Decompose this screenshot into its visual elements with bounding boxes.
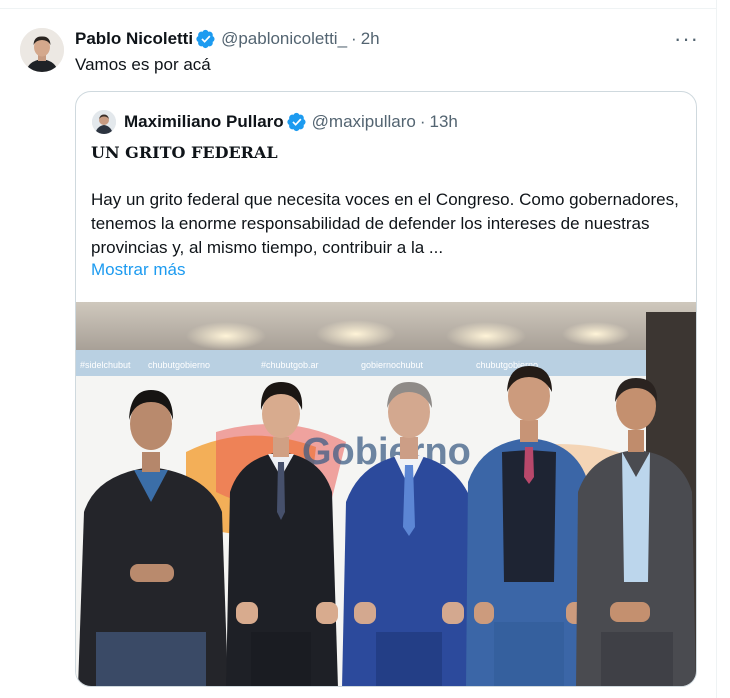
quoted-headline: UN GRITO FEDERAL: [91, 143, 278, 162]
tweet-text: Vamos es por acá: [75, 55, 211, 74]
quoted-tweet-header: Maximiliano Pullaro @maxipullaro · 13h: [92, 110, 458, 134]
quoted-author-avatar[interactable]: [92, 110, 116, 134]
tweet-header: Pablo Nicoletti @pablonicoletti_ · 2h: [75, 28, 380, 50]
banner-tag-3: gobiernochubut: [361, 360, 424, 370]
quoted-author-handle[interactable]: @maxipullaro: [312, 112, 416, 132]
quoted-body-text: Hay un grito federal que necesita voces …: [91, 190, 679, 257]
more-options-icon[interactable]: ···: [674, 26, 699, 52]
author-handle[interactable]: @pablonicoletti_: [221, 29, 347, 49]
quoted-author-name[interactable]: Maximiliano Pullaro: [124, 112, 284, 132]
banner-tag-1: chubutgobierno: [148, 360, 210, 370]
right-divider: [716, 0, 717, 698]
author-avatar[interactable]: [20, 28, 64, 72]
tweet-time[interactable]: 2h: [361, 29, 380, 49]
group-photo[interactable]: #sidelchubut chubutgobierno #chubutgob.a…: [76, 302, 697, 687]
show-more-link[interactable]: Mostrar más: [91, 260, 185, 280]
quoted-header-separator: ·: [419, 112, 426, 131]
header-separator: ·: [351, 29, 357, 48]
banner-tag-2: #chubutgob.ar: [261, 360, 319, 370]
quoted-tweet-card[interactable]: Maximiliano Pullaro @maxipullaro · 13h U…: [75, 91, 697, 687]
quoted-verified-badge-icon[interactable]: [287, 112, 307, 132]
banner-tag-0: #sidelchubut: [80, 360, 131, 370]
author-name[interactable]: Pablo Nicoletti: [75, 29, 193, 49]
top-divider: [0, 8, 716, 9]
quoted-tweet-time[interactable]: 13h: [430, 112, 458, 132]
verified-badge-icon[interactable]: [196, 29, 216, 49]
